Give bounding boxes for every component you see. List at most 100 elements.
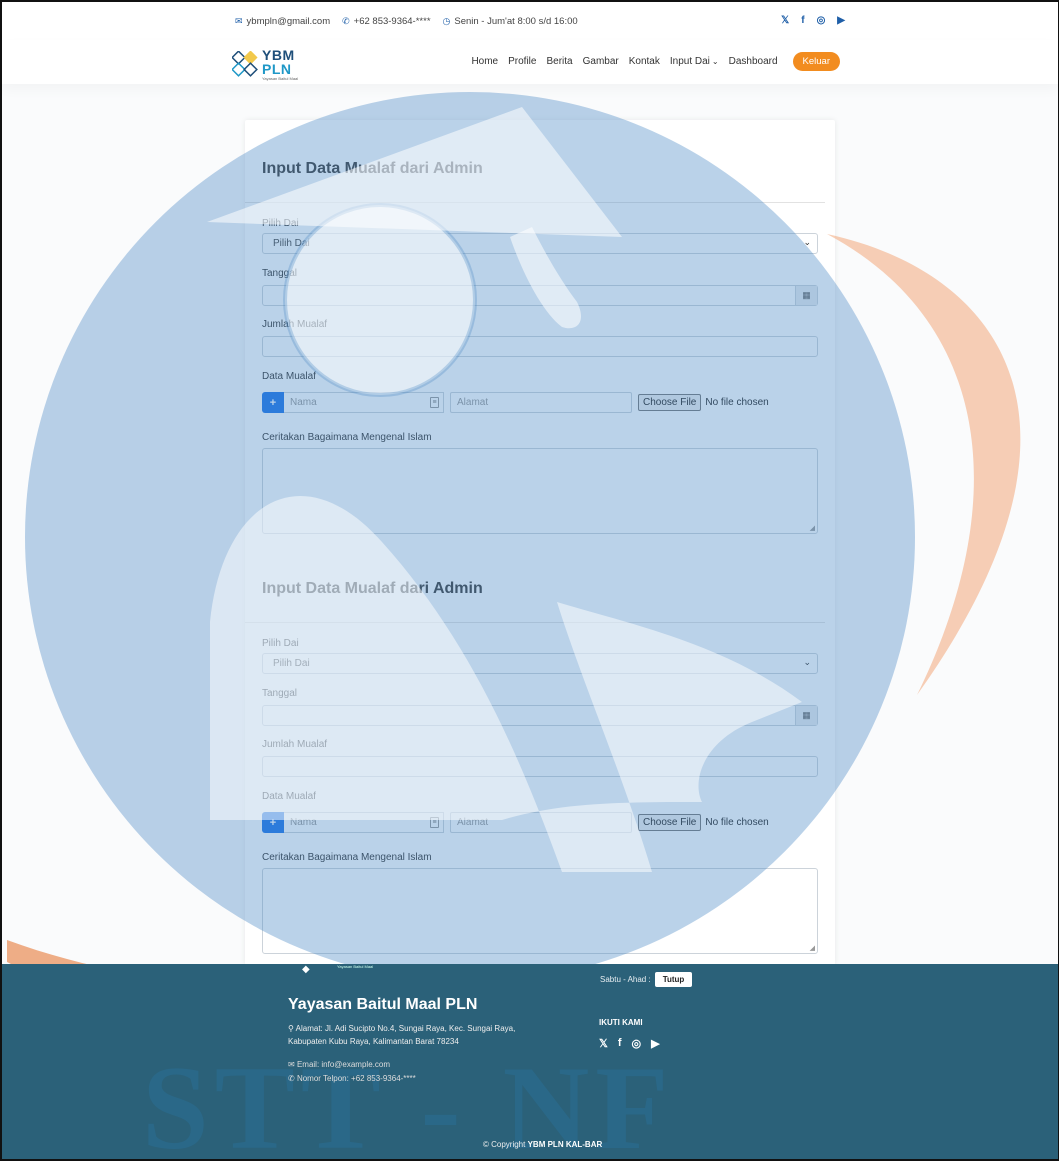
brand-line2: PLN	[262, 60, 292, 77]
add-row-button[interactable]: +	[262, 812, 284, 833]
nama-placeholder: Nama	[290, 397, 317, 408]
instagram-icon[interactable]: ◎	[632, 1037, 642, 1050]
nav-kontak[interactable]: Kontak	[624, 56, 665, 67]
footer-email[interactable]: ✉ Email: info@example.com	[288, 1060, 390, 1069]
nav-gambar[interactable]: Gambar	[578, 56, 624, 67]
youtube-icon[interactable]: ▶	[651, 1037, 659, 1050]
footer-org-name: Yayasan Baitul Maal PLN	[288, 996, 478, 1013]
cerita-label: Ceritakan Bagaimana Mengenal Islam	[262, 432, 432, 443]
chevron-down-icon: ⌄	[803, 237, 811, 247]
main-menu: Home Profile Berita Gambar Kontak Input …	[466, 52, 840, 71]
facebook-icon[interactable]: f	[618, 1037, 622, 1050]
copyright-brand: YBM PLN KAL-BAR	[527, 1140, 603, 1149]
topbar-hours: ◷ Senin - Jum'at 8:00 s/d 16:00	[443, 16, 578, 27]
jumlah-label: Jumlah Mualaf	[262, 739, 328, 750]
page-frame: ✉ ybmpln@gmail.com ✆ +62 853-9364-**** ◷…	[0, 0, 1059, 1161]
dai-select[interactable]: Pilih Dai ⌄	[262, 233, 818, 254]
form-title: Input Data Mualaf dari Admin	[262, 580, 483, 597]
logo-mark-icon	[232, 51, 258, 77]
calendar-icon[interactable]: ▦	[795, 286, 817, 305]
cerita-textarea[interactable]: ◢	[262, 868, 818, 954]
dai-label: Pilih Dai	[262, 638, 299, 649]
plus-icon: +	[269, 396, 277, 409]
footer-social: 𝕏 f ◎ ▶	[599, 1037, 660, 1050]
nav-dashboard[interactable]: Dashboard	[724, 56, 783, 67]
topbar-email[interactable]: ✉ ybmpln@gmail.com	[235, 16, 330, 27]
facebook-icon[interactable]: f	[801, 15, 804, 26]
choose-file-button[interactable]: Choose File	[638, 394, 702, 411]
tanggal-input[interactable]: ▦	[262, 285, 818, 306]
nama-placeholder: Nama	[290, 817, 317, 828]
footer-copyright: © Copyright YBM PLN KAL-BAR	[483, 1140, 602, 1149]
contact-card-icon: ≡	[430, 397, 439, 408]
phone-icon: ✆	[288, 1074, 295, 1083]
footer-hours-label: Sabtu - Ahad :	[600, 975, 651, 984]
youtube-icon[interactable]: ▶	[837, 15, 845, 26]
topbar-hours-text: Senin - Jum'at 8:00 s/d 16:00	[454, 16, 578, 27]
copyright-prefix: © Copyright	[483, 1140, 526, 1149]
footer-phone-text: Nomor Telpon: +62 853-9364-****	[296, 1074, 416, 1083]
file-input[interactable]: Choose File No file chosen	[638, 814, 769, 831]
twitter-icon[interactable]: 𝕏	[781, 15, 789, 26]
chevron-down-icon: ⌄	[803, 657, 811, 667]
cerita-textarea[interactable]: ◢	[262, 448, 818, 534]
choose-file-button[interactable]: Choose File	[638, 814, 702, 831]
status-badge: Tutup	[654, 972, 693, 987]
brand-tagline: Yayasan Baitul Maal	[262, 75, 299, 81]
contact-card-icon: ≡	[430, 817, 439, 828]
envelope-icon: ✉	[235, 16, 243, 26]
tanggal-label: Tanggal	[262, 688, 298, 699]
resize-grip-icon[interactable]: ◢	[810, 524, 815, 532]
nama-input[interactable]: Nama ≡	[284, 392, 444, 413]
file-status: No file chosen	[705, 817, 769, 828]
footer-phone: ✆ Nomor Telpon: +62 853-9364-****	[288, 1074, 416, 1083]
data-mualaf-label: Data Mualaf	[262, 791, 316, 802]
chevron-down-icon: ⌄	[711, 57, 719, 66]
form-card: Input Data Mualaf dari Admin Pilih Dai P…	[245, 120, 835, 965]
tanggal-input[interactable]: ▦	[262, 705, 818, 726]
topbar-phone: ✆ +62 853-9364-****	[342, 16, 430, 27]
nav-home[interactable]: Home	[466, 56, 503, 67]
topbar-email-text: ybmpln@gmail.com	[246, 16, 331, 27]
footer-mini-text: Yayasan Baitul Maal	[337, 964, 374, 969]
cerita-label: Ceritakan Bagaimana Mengenal Islam	[262, 852, 432, 863]
footer-hours: Sabtu - Ahad : Tutup	[600, 972, 693, 987]
calendar-icon[interactable]: ▦	[795, 706, 817, 725]
alamat-input[interactable]: Alamat	[450, 392, 632, 413]
data-mualaf-label: Data Mualaf	[262, 371, 316, 382]
jumlah-label: Jumlah Mualaf	[262, 319, 328, 330]
dai-select-value: Pilih Dai	[273, 658, 310, 669]
alamat-input[interactable]: Alamat	[450, 812, 632, 833]
map-pin-icon: ⚲	[288, 1024, 294, 1033]
nav-profile[interactable]: Profile	[503, 56, 541, 67]
divider	[245, 202, 825, 203]
footer-address-line2: Kabupaten Kubu Raya, Kalimantan Barat 78…	[288, 1037, 459, 1046]
alamat-placeholder: Alamat	[457, 817, 489, 828]
footer-logo-icon: ◆	[302, 964, 310, 975]
footer-address-line1: Alamat: Jl. Adi Sucipto No.4, Sungai Ray…	[295, 1024, 516, 1033]
plus-icon: +	[269, 816, 277, 829]
logout-button[interactable]: Keluar	[792, 52, 840, 71]
resize-grip-icon[interactable]: ◢	[810, 944, 815, 952]
phone-icon: ✆	[342, 16, 350, 26]
nav-input-dai-label: Input Dai	[669, 56, 710, 67]
nama-input[interactable]: Nama ≡	[284, 812, 444, 833]
instagram-icon[interactable]: ◎	[817, 15, 826, 26]
dai-select-value: Pilih Dai	[273, 238, 310, 249]
nav-input-dai[interactable]: Input Dai ⌄	[665, 56, 724, 67]
file-input[interactable]: Choose File No file chosen	[638, 394, 769, 411]
twitter-icon[interactable]: 𝕏	[599, 1037, 608, 1050]
topbar-social: 𝕏 f ◎ ▶	[781, 15, 845, 26]
topbar-phone-text: +62 853-9364-****	[353, 16, 431, 27]
jumlah-input[interactable]	[262, 336, 818, 357]
form-title: Input Data Mualaf dari Admin	[262, 160, 483, 177]
topbar-contact: ✉ ybmpln@gmail.com ✆ +62 853-9364-**** ◷…	[235, 16, 578, 27]
data-mualaf-row: + Nama ≡ Alamat Choose File No file chos…	[262, 392, 822, 413]
nav-berita[interactable]: Berita	[541, 56, 577, 67]
dai-select[interactable]: Pilih Dai ⌄	[262, 653, 818, 674]
add-row-button[interactable]: +	[262, 392, 284, 413]
brand-text: YBM PLN Yayasan Baitul Maal	[262, 48, 298, 81]
alamat-placeholder: Alamat	[457, 397, 489, 408]
jumlah-input[interactable]	[262, 756, 818, 777]
brand-logo[interactable]: YBM PLN Yayasan Baitul Maal	[232, 48, 308, 80]
